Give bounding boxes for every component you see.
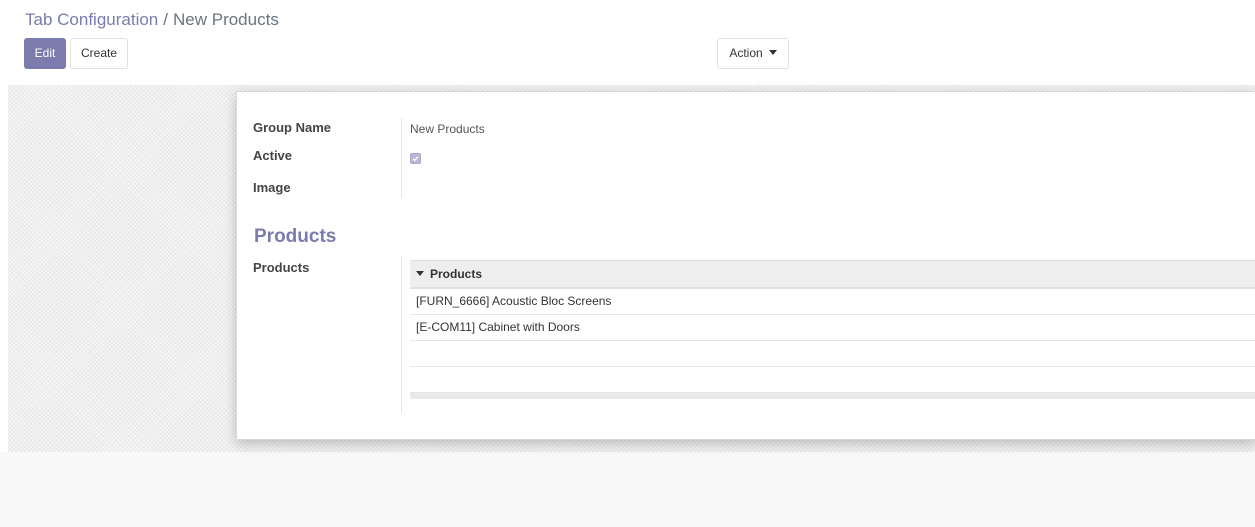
action-button-label: Action: [729, 46, 763, 60]
field-divider: [401, 118, 402, 198]
breadcrumb-separator: /: [163, 10, 168, 29]
products-column-header-label: Products: [430, 267, 483, 281]
control-panel: Tab Configuration / New Products Edit Crea…: [0, 0, 1255, 80]
products-table: Products [FURN_6666] Acoustic Bloc Scree…: [410, 260, 1255, 399]
page-footer-area: [0, 452, 1255, 527]
check-icon: [412, 156, 419, 162]
caret-down-icon: [768, 50, 777, 56]
edit-button[interactable]: Edit: [24, 38, 66, 69]
image-label: Image: [253, 180, 291, 195]
group-name-value: New Products: [410, 122, 485, 136]
create-button[interactable]: Create: [70, 38, 128, 69]
products-divider: [401, 256, 402, 413]
group-name-label: Group Name: [253, 120, 332, 135]
breadcrumb-parent-link[interactable]: Tab Configuration: [25, 10, 158, 29]
breadcrumb-current: New Products: [173, 10, 279, 29]
table-footer: [410, 393, 1255, 399]
caret-down-icon: [416, 271, 424, 277]
create-button-label: Create: [80, 46, 118, 60]
table-row-empty: [410, 367, 1255, 393]
products-column-header[interactable]: Products: [410, 260, 1255, 289]
table-row-empty: [410, 341, 1255, 367]
table-row[interactable]: [E-COM11] Cabinet with Doors: [410, 315, 1255, 341]
active-checkbox[interactable]: [410, 153, 421, 164]
products-section-title: Products: [254, 226, 337, 247]
table-row[interactable]: [FURN_6666] Acoustic Bloc Screens: [410, 289, 1255, 315]
active-label: Active: [253, 148, 293, 163]
form-sheet: Group Name New Products Active Image Pro…: [236, 91, 1255, 440]
breadcrumb: Tab Configuration / New Products: [25, 10, 279, 30]
action-dropdown-button[interactable]: Action: [717, 38, 789, 69]
products-label: Products: [253, 260, 310, 275]
edit-button-label: Edit: [34, 46, 56, 60]
